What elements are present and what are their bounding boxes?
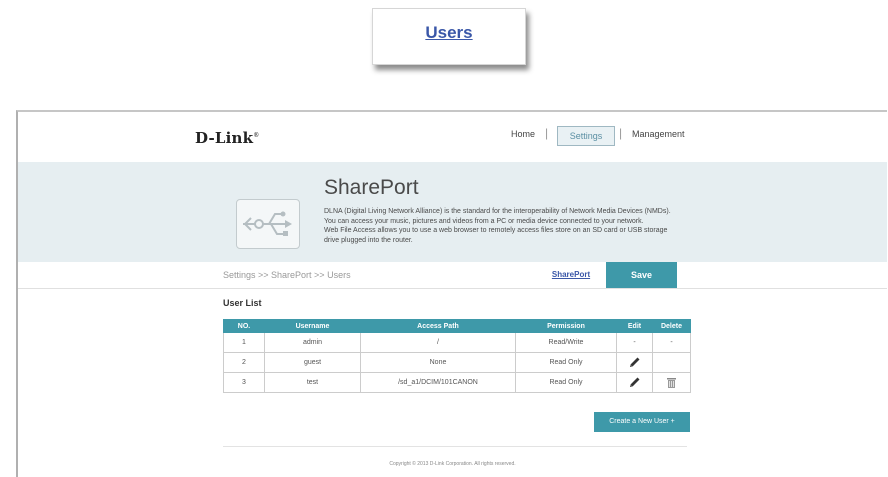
table-row: 1 admin / Read/Write - - — [223, 332, 691, 353]
user-list-title: User List — [223, 298, 262, 308]
breadcrumb-bar: Settings >> SharePort >> Users SharePort… — [18, 262, 887, 289]
cell-edit: - — [616, 332, 653, 353]
nav-management[interactable]: Management — [632, 129, 685, 139]
footer-divider — [223, 446, 687, 447]
cell-permission: Read/Write — [515, 332, 617, 353]
column-header: NO. — [223, 319, 265, 333]
users-link[interactable]: Users — [373, 23, 525, 43]
page-title: SharePort — [324, 176, 419, 199]
cell-username: guest — [264, 352, 361, 373]
users-callout: Users — [372, 8, 526, 65]
trash-icon[interactable] — [666, 377, 677, 389]
pencil-icon[interactable] — [628, 356, 641, 369]
cell-no: 1 — [223, 332, 265, 353]
cell-delete — [652, 372, 691, 393]
dlink-logo: D-Link® — [195, 129, 260, 147]
cell-path: /sd_a1/DCIM/101CANON — [360, 372, 516, 393]
create-new-user-button[interactable]: Create a New User + — [594, 412, 690, 432]
cell-delete: - — [652, 332, 691, 353]
cell-delete — [652, 352, 691, 373]
nav-separator: | — [619, 126, 623, 140]
cell-edit — [616, 372, 653, 393]
cell-permission: Read Only — [515, 352, 617, 373]
copyright-text: Copyright © 2013 D-Link Corporation. All… — [389, 461, 516, 467]
nav-separator: | — [545, 126, 549, 140]
column-header: Permission — [515, 319, 617, 333]
cell-permission: Read Only — [515, 372, 617, 393]
table-header-row: NO. Username Access Path Permission Edit… — [223, 319, 691, 333]
cell-no: 2 — [223, 352, 265, 373]
nav-settings[interactable]: Settings — [557, 126, 615, 146]
shareport-banner: SharePort DLNA (Digital Living Network A… — [18, 162, 887, 263]
table-row: 2 guest None Read Only — [223, 352, 691, 373]
shareport-link[interactable]: SharePort — [538, 262, 604, 288]
shareport-description: DLNA (Digital Living Network Alliance) i… — [324, 208, 671, 244]
column-header: Access Path — [360, 319, 516, 333]
cell-path: None — [360, 352, 516, 373]
usb-icon — [236, 199, 300, 249]
cell-path: / — [360, 332, 516, 353]
cell-username: admin — [264, 332, 361, 353]
save-button[interactable]: Save — [606, 262, 677, 288]
pencil-icon[interactable] — [628, 376, 641, 389]
column-header: Delete — [652, 319, 691, 333]
nav-home[interactable]: Home — [511, 129, 535, 139]
column-header: Edit — [616, 319, 653, 333]
cell-no: 3 — [223, 372, 265, 393]
column-header: Username — [264, 319, 361, 333]
table-row: 3 test /sd_a1/DCIM/101CANON Read Only — [223, 372, 691, 393]
cell-edit — [616, 352, 653, 373]
router-page: D-Link® Home | Settings | Management Sha… — [16, 110, 887, 477]
breadcrumb: Settings >> SharePort >> Users — [223, 270, 351, 280]
user-table: NO. Username Access Path Permission Edit… — [223, 319, 691, 393]
cell-username: test — [264, 372, 361, 393]
top-navigation: D-Link® Home | Settings | Management — [18, 112, 887, 163]
